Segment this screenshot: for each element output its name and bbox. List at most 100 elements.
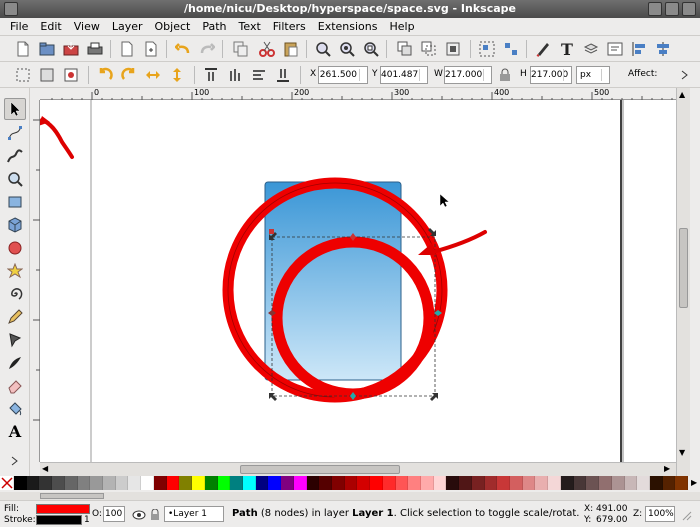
spiral-tool-icon[interactable]	[4, 283, 26, 305]
palette-swatch[interactable]	[192, 476, 205, 490]
menu-layer[interactable]: Layer	[106, 18, 149, 36]
menu-edit[interactable]: Edit	[34, 18, 67, 36]
palette-swatch[interactable]	[637, 476, 650, 490]
more-tools-arrow-icon[interactable]	[4, 450, 26, 472]
menu-filters[interactable]: Filters	[267, 18, 312, 36]
palette-swatch[interactable]	[649, 476, 663, 490]
stroke-indicator[interactable]	[36, 515, 82, 525]
palette-swatch[interactable]	[26, 476, 40, 490]
group-icon[interactable]	[478, 40, 496, 58]
deselect-icon[interactable]	[62, 66, 80, 84]
eraser-tool-icon[interactable]	[4, 375, 26, 397]
unlink-icon[interactable]	[444, 40, 462, 58]
palette-swatch[interactable]	[306, 476, 320, 490]
palette-swatch[interactable]	[242, 476, 256, 490]
horizontal-scroll-thumb[interactable]	[240, 465, 400, 474]
palette-swatch[interactable]	[459, 476, 472, 490]
undo-icon[interactable]	[174, 40, 192, 58]
clone-icon[interactable]	[420, 40, 438, 58]
zoom-selection-icon[interactable]	[314, 40, 332, 58]
align-distribute-icon[interactable]	[654, 40, 672, 58]
rect-tool-icon[interactable]	[4, 191, 26, 213]
scroll-left-icon[interactable]: ◀	[42, 464, 48, 473]
h-input[interactable]: 217.000	[530, 66, 572, 84]
print-icon[interactable]	[86, 40, 104, 58]
cut-icon[interactable]	[258, 40, 276, 58]
scroll-right-icon[interactable]: ▶	[664, 464, 670, 473]
maximize-button[interactable]	[665, 2, 679, 16]
zoom-drawing-icon[interactable]	[338, 40, 356, 58]
palette-swatch[interactable]	[535, 476, 549, 490]
export-bitmap-icon[interactable]	[142, 40, 160, 58]
palette-swatch[interactable]	[39, 476, 53, 490]
vertical-ruler[interactable]	[30, 100, 40, 462]
pen-tool-icon[interactable]	[4, 329, 26, 351]
new-icon[interactable]	[14, 40, 32, 58]
palette-swatch[interactable]	[395, 476, 409, 490]
text-tool-icon[interactable]: A	[4, 420, 26, 442]
window-menu-button[interactable]	[4, 2, 18, 16]
align-icon[interactable]	[630, 40, 648, 58]
palette-swatch[interactable]	[90, 476, 104, 490]
palette-swatch[interactable]	[548, 476, 561, 490]
scroll-down-icon[interactable]: ▼	[679, 448, 688, 458]
tweak-tool-icon[interactable]	[4, 145, 26, 167]
text-tool-icon[interactable]: T	[558, 40, 576, 58]
raise-icon[interactable]	[226, 66, 244, 84]
open-icon[interactable]	[38, 40, 56, 58]
3d-box-tool-icon[interactable]	[4, 214, 26, 236]
palette-swatch[interactable]	[382, 476, 396, 490]
rotate-cw-icon[interactable]	[120, 66, 138, 84]
palette-swatch[interactable]	[281, 476, 294, 490]
palette-swatch[interactable]	[166, 476, 180, 490]
palette-swatch[interactable]	[331, 476, 345, 490]
palette-swatch[interactable]	[141, 476, 154, 490]
palette-swatch[interactable]	[153, 476, 167, 490]
lock-proportions-icon[interactable]	[496, 66, 514, 84]
palette-scroll-thumb[interactable]	[40, 493, 104, 499]
x-input[interactable]: 261.500	[318, 66, 368, 84]
lower-icon[interactable]	[250, 66, 268, 84]
zoom-page-icon[interactable]	[362, 40, 380, 58]
drawing-canvas[interactable]	[40, 100, 676, 462]
redo-icon[interactable]	[198, 40, 216, 58]
palette-swatch[interactable]	[64, 476, 78, 490]
star-tool-icon[interactable]	[4, 260, 26, 282]
palette-swatch[interactable]	[446, 476, 460, 490]
palette-swatch[interactable]	[179, 476, 193, 490]
palette-scrollbar[interactable]	[0, 492, 700, 500]
palette-swatch[interactable]	[408, 476, 421, 490]
palette-swatch[interactable]	[370, 476, 383, 490]
no-paint-swatch[interactable]	[0, 476, 14, 490]
palette-swatch[interactable]	[268, 476, 282, 490]
rotate-ccw-icon[interactable]	[96, 66, 114, 84]
palette-swatch[interactable]	[52, 476, 65, 490]
calligraphy-tool-icon[interactable]	[4, 352, 26, 374]
palette-swatch[interactable]	[255, 476, 269, 490]
palette-swatch[interactable]	[217, 476, 231, 490]
pencil-tool-icon[interactable]	[4, 306, 26, 328]
palette-swatch[interactable]	[675, 476, 689, 490]
xml-editor-icon[interactable]	[606, 40, 624, 58]
opacity-input[interactable]: 100	[103, 506, 125, 522]
palette-swatch[interactable]	[586, 476, 600, 490]
fill-stroke-icon[interactable]	[534, 40, 552, 58]
flip-vertical-icon[interactable]	[168, 66, 186, 84]
resize-grip-icon[interactable]	[680, 509, 692, 521]
zoom-tool-icon[interactable]	[4, 168, 26, 190]
w-input[interactable]: 217.000	[444, 66, 492, 84]
layer-select[interactable]: •Layer 1	[164, 506, 224, 522]
palette-swatch[interactable]	[103, 476, 116, 490]
palette-swatch[interactable]	[128, 476, 142, 490]
vertical-scroll-thumb[interactable]	[679, 228, 688, 308]
palette-swatch[interactable]	[522, 476, 536, 490]
menu-text[interactable]: Text	[233, 18, 267, 36]
paint-bucket-tool-icon[interactable]	[4, 398, 26, 420]
palette-swatch[interactable]	[510, 476, 523, 490]
palette-swatch[interactable]	[471, 476, 485, 490]
palette-swatch[interactable]	[77, 476, 91, 490]
palette-swatch[interactable]	[433, 476, 447, 490]
raise-to-top-icon[interactable]	[202, 66, 220, 84]
paste-icon[interactable]	[282, 40, 300, 58]
node-tool-icon[interactable]	[4, 122, 26, 144]
